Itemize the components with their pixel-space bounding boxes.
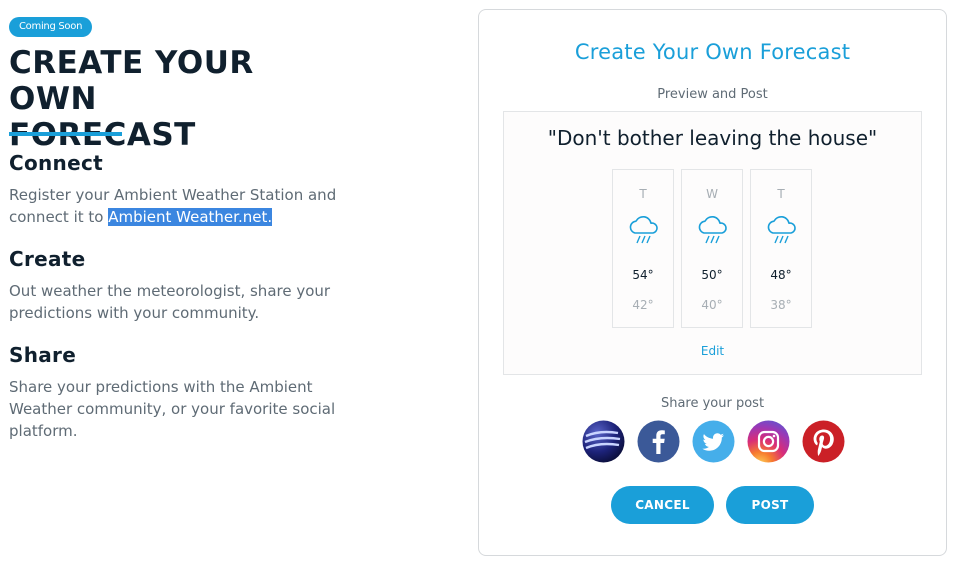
edit-link[interactable]: Edit [504, 344, 921, 358]
create-text: Out weather the meteorologist, share you… [9, 282, 331, 322]
forecast-preview: "Don't bother leaving the house" T 54° 4… [503, 111, 922, 375]
facebook-icon[interactable] [637, 420, 680, 463]
ambient-weather-icon[interactable] [582, 420, 625, 463]
day-letter: T [639, 187, 647, 201]
day-card: T 48° 38° [750, 169, 812, 328]
forecast-quote: "Don't bother leaving the house" [547, 126, 878, 150]
day-low-temp: 42° [632, 298, 654, 312]
page-title-line-1: CREATE YOUR OWN [9, 45, 254, 117]
connect-text: Register your Ambient Weather Station an… [9, 184, 339, 228]
title-underline [9, 132, 122, 136]
page-title: CREATE YOUR OWN FORECAST [9, 45, 349, 153]
forecast-card: Create Your Own Forecast Preview and Pos… [478, 9, 947, 556]
rain-cloud-icon [629, 215, 658, 244]
day-high-temp: 54° [632, 268, 654, 282]
cancel-button[interactable]: CANCEL [611, 486, 714, 524]
share-label: Share your post [660, 396, 765, 411]
create-heading: Create [9, 247, 86, 271]
post-button[interactable]: POST [726, 486, 814, 524]
day-letter: W [706, 187, 718, 201]
card-title: Create Your Own Forecast [574, 40, 851, 64]
day-card: T 54° 42° [612, 169, 674, 328]
day-high-temp: 50° [701, 268, 723, 282]
pinterest-icon[interactable] [802, 420, 845, 463]
rain-cloud-icon [767, 215, 796, 244]
day-letter: T [777, 187, 785, 201]
share-heading: Share [9, 343, 77, 367]
day-low-temp: 38° [770, 298, 792, 312]
connect-heading: Connect [9, 151, 103, 175]
instagram-icon[interactable] [747, 420, 790, 463]
card-subtitle: Preview and Post [657, 87, 768, 102]
twitter-icon[interactable] [692, 420, 735, 463]
rain-cloud-icon [698, 215, 727, 244]
day-card: W 50° 40° [681, 169, 743, 328]
day-low-temp: 40° [701, 298, 723, 312]
day-high-temp: 48° [770, 268, 792, 282]
ambient-weather-link[interactable]: Ambient Weather.net. [108, 208, 273, 226]
coming-soon-badge: Coming Soon [9, 17, 93, 37]
share-text: Share your predictions with the Ambient … [9, 378, 336, 440]
